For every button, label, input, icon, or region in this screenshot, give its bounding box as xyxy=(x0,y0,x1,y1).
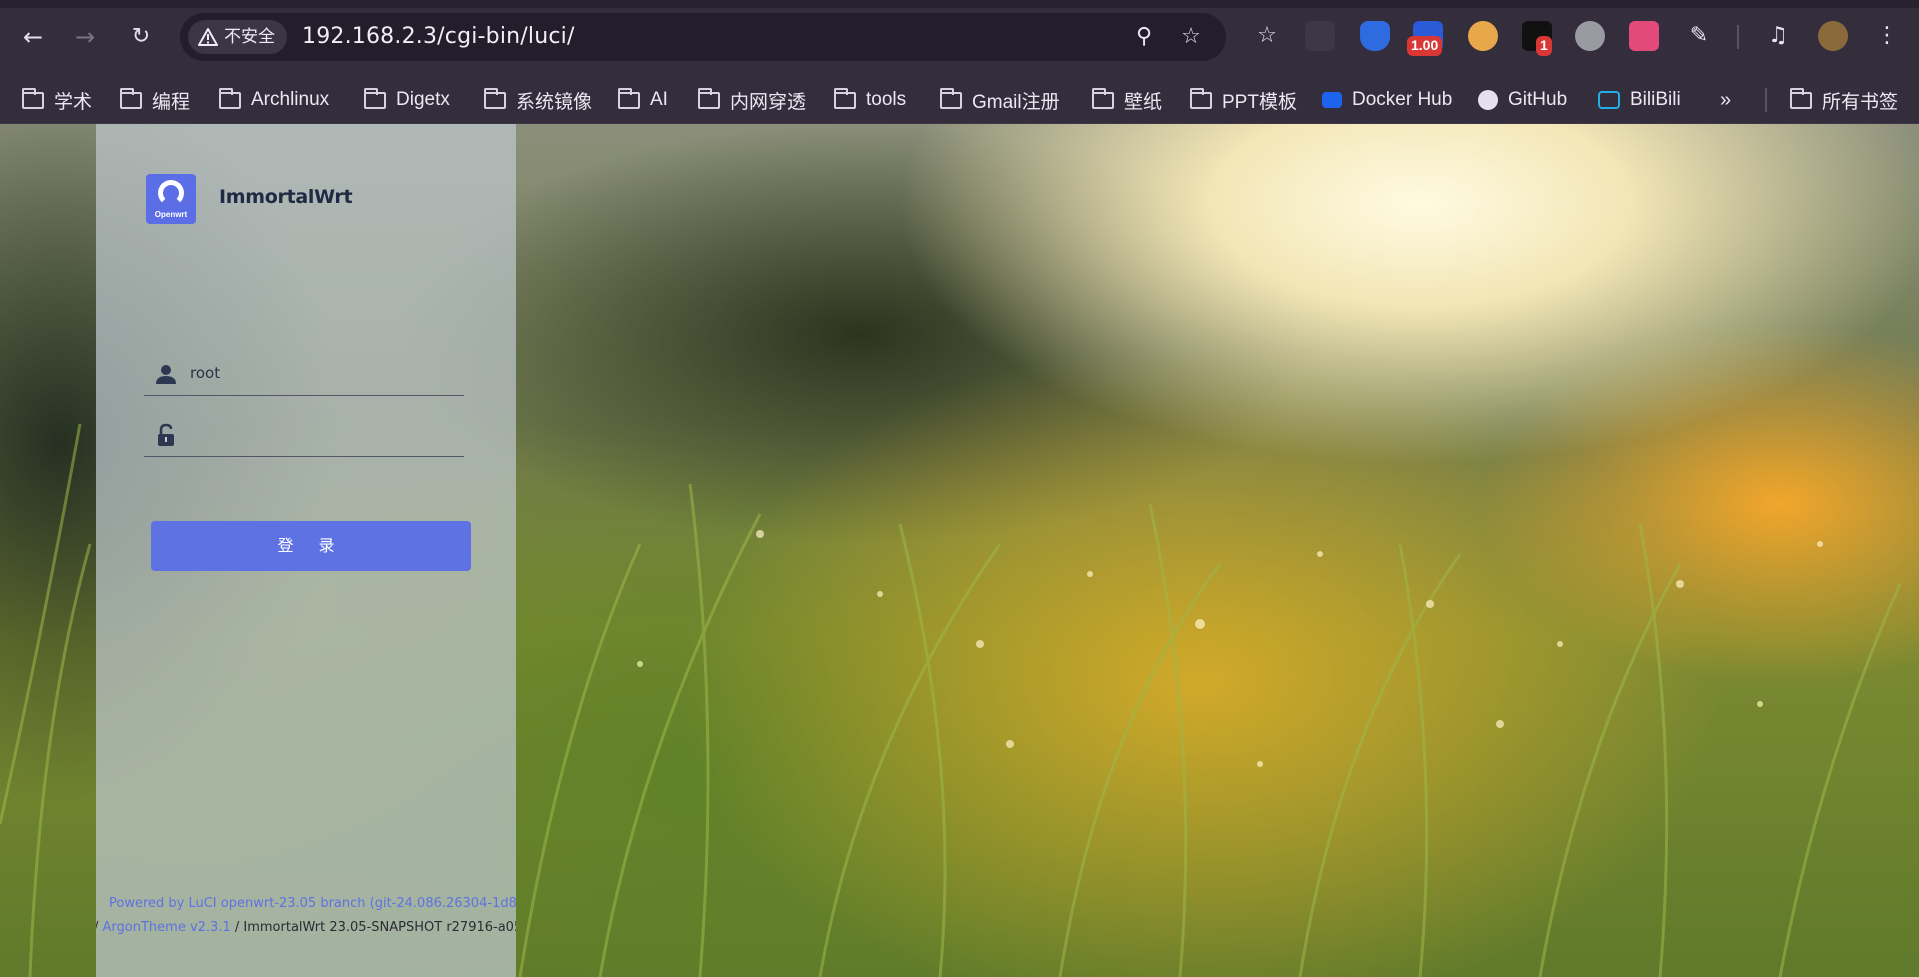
bookmark-folder[interactable]: PPT模板 xyxy=(1190,84,1297,116)
logo-text: Openwrt xyxy=(154,210,188,219)
more-bookmarks-icon[interactable]: » xyxy=(1720,84,1731,116)
brand-name: ImmortalWrt xyxy=(219,186,353,208)
unlock-icon xyxy=(158,423,174,446)
bookmarks-bar: 学术 编程 Archlinux Digetx 系统镜像 AI 内网穿透 tool… xyxy=(0,76,1919,124)
all-bookmarks-folder[interactable]: 所有书签 xyxy=(1790,84,1898,116)
folder-icon xyxy=(1190,87,1212,109)
docker-icon xyxy=(1322,92,1342,108)
extensions-icon[interactable]: ✎ xyxy=(1684,21,1714,51)
bookmarks-divider xyxy=(1765,88,1767,112)
folder-icon xyxy=(364,87,386,109)
avatar[interactable] xyxy=(1818,21,1848,51)
toolbar-divider xyxy=(1737,25,1739,49)
url-text[interactable]: 192.168.2.3/cgi-bin/luci/ xyxy=(302,13,575,61)
login-panel-content: Openwrt ImmortalWrt 登 录 Powered by xyxy=(96,124,516,977)
footer-powered-by[interactable]: Powered by LuCI openwrt-23.05 branch (gi… xyxy=(109,896,516,911)
extension-globe-icon[interactable] xyxy=(1468,21,1498,51)
bookmark-github[interactable]: GitHub xyxy=(1478,84,1567,116)
login-button[interactable]: 登 录 xyxy=(151,521,471,571)
openwrt-logo: Openwrt xyxy=(146,174,196,224)
zoom-icon[interactable]: ⚲ xyxy=(1129,22,1159,52)
forward-icon[interactable]: → xyxy=(68,20,102,54)
bookmark-folder[interactable]: AI xyxy=(618,84,668,116)
extension-icon[interactable] xyxy=(1305,21,1335,51)
bookmark-bilibili[interactable]: BiliBili xyxy=(1598,84,1681,116)
bookmark-docker-hub[interactable]: Docker Hub xyxy=(1322,84,1452,116)
username-field xyxy=(144,352,464,396)
bookmark-folder[interactable]: Digetx xyxy=(364,84,450,116)
footer-theme-link[interactable]: ArgonTheme v2.3.1 xyxy=(103,920,231,935)
folder-icon xyxy=(940,87,962,109)
security-chip[interactable]: 不安全 xyxy=(188,20,287,54)
bookmark-folder[interactable]: 壁纸 xyxy=(1092,84,1162,116)
username-input[interactable] xyxy=(190,358,450,388)
bookmark-folder[interactable]: 编程 xyxy=(120,84,190,116)
folder-icon xyxy=(834,87,856,109)
bookmark-folder[interactable]: Archlinux xyxy=(219,84,329,116)
back-icon[interactable]: ← xyxy=(16,20,50,54)
folder-icon xyxy=(618,87,640,109)
password-input[interactable] xyxy=(190,419,450,449)
browser-toolbar: ← → ↻ 不安全 192.168.2.3/cgi-bin/luci/ ⚲ ☆ … xyxy=(0,0,1919,76)
menu-icon[interactable]: ⋮ xyxy=(1872,21,1902,51)
logo-ring-icon xyxy=(158,180,184,206)
notification-badge: 1 xyxy=(1536,36,1552,56)
footer-version-text: / ImmortalWrt 23.05-SNAPSHOT r27916-a052… xyxy=(234,920,516,935)
address-bar[interactable]: 不安全 192.168.2.3/cgi-bin/luci/ ⚲ ☆ xyxy=(180,13,1226,61)
warning-icon xyxy=(198,28,218,46)
github-icon xyxy=(1478,90,1498,110)
star-icon[interactable]: ☆ xyxy=(1176,22,1206,52)
bookmark-folder[interactable]: 学术 xyxy=(22,84,92,116)
folder-icon xyxy=(1092,87,1114,109)
password-field xyxy=(144,413,464,457)
folder-icon xyxy=(22,87,44,109)
translate-icon[interactable] xyxy=(1629,21,1659,51)
bookmark-folder[interactable]: Gmail注册 xyxy=(940,84,1060,116)
login-page: Openwrt ImmortalWrt 登 录 Powered by xyxy=(0,124,1919,977)
folder-icon xyxy=(484,87,506,109)
folder-icon xyxy=(219,87,241,109)
media-control-icon[interactable]: ♫ xyxy=(1763,21,1793,51)
bookmark-star-extension-icon[interactable]: ☆ xyxy=(1252,21,1282,51)
security-label: 不安全 xyxy=(224,27,275,46)
user-icon xyxy=(156,365,176,384)
bookmark-folder[interactable]: tools xyxy=(834,84,906,116)
folder-icon xyxy=(120,87,142,109)
extension-grey-icon[interactable] xyxy=(1575,21,1605,51)
bitwarden-icon[interactable] xyxy=(1360,21,1390,51)
footer-prefix: / xyxy=(96,920,98,935)
reload-icon[interactable]: ↻ xyxy=(124,20,158,54)
footer-version: / ArgonTheme v2.3.1 / ImmortalWrt 23.05-… xyxy=(96,920,516,935)
folder-icon xyxy=(1790,87,1812,109)
bookmark-folder[interactable]: 系统镜像 xyxy=(484,84,592,116)
bookmark-folder[interactable]: 内网穿透 xyxy=(698,84,806,116)
folder-icon xyxy=(698,87,720,109)
bilibili-icon xyxy=(1598,91,1620,109)
speed-badge: 1.00 xyxy=(1407,36,1443,56)
login-panel: Openwrt ImmortalWrt 登 录 Powered by xyxy=(96,124,516,977)
